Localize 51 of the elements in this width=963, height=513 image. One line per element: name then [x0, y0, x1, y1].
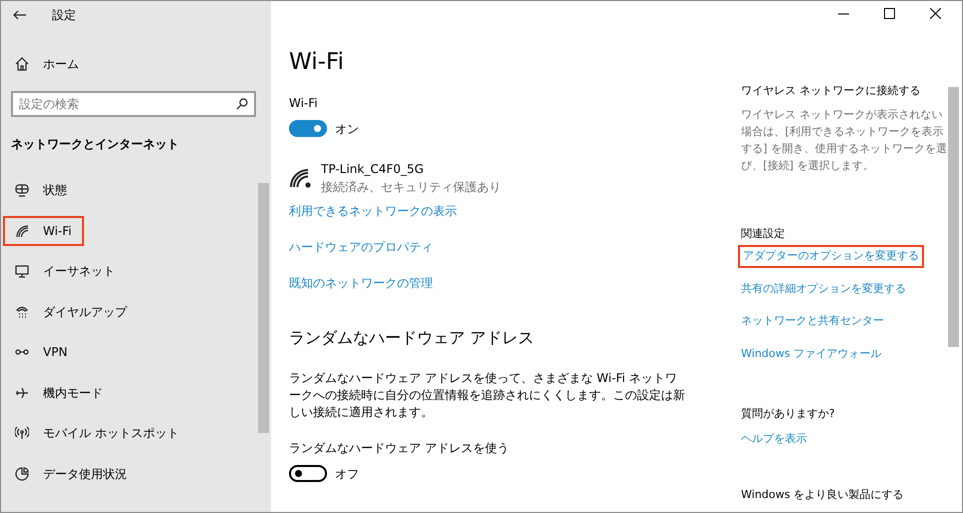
page-title: Wi-Fi: [289, 48, 345, 77]
sidebar-item[interactable]: Wi-Fi: [3, 216, 84, 246]
scrollbar-thumb[interactable]: [948, 87, 959, 347]
dialup-phone-icon: [15, 304, 29, 318]
toggle-switch[interactable]: [289, 465, 327, 482]
hotspot-icon: [15, 426, 29, 440]
search-field[interactable]: 設定の検索: [11, 91, 256, 117]
search-icon: [236, 98, 248, 110]
settings-link[interactable]: 既知のネットワークの管理: [289, 274, 433, 292]
sidebar-item[interactable]: ダイヤルアップ: [3, 296, 139, 326]
airplane-icon: [15, 386, 29, 400]
toggle-label: ランダムなハードウェア アドレスを使う: [289, 440, 510, 456]
section-description: ランダムなハードウェア アドレスを使って、さまざまな Wi-Fi ネットワークへの接続時に自分の位置情報を追跡されにくくします。この設定は新しい接続に適用されます。: [289, 370, 686, 420]
sidebar-item[interactable]: 機内モード: [3, 378, 115, 408]
settings-link[interactable]: ハードウェアのプロパティ: [289, 238, 433, 256]
wifi-icon: [15, 224, 29, 238]
home-link[interactable]: ホーム: [3, 49, 91, 79]
sidebar-heading: Windows をより良い製品にする: [741, 487, 905, 503]
wifi-signal-icon: [289, 168, 313, 188]
section-heading: ランダムなハードウェア アドレス: [289, 326, 536, 348]
pie-chart-icon: [15, 466, 29, 480]
related-link[interactable]: アダプターのオプションを変更する: [741, 248, 921, 264]
sidebar-heading: 関連設定: [741, 226, 786, 242]
home-icon: [15, 57, 29, 71]
toggle-label: Wi-Fi: [289, 94, 319, 112]
close-icon[interactable]: [930, 8, 940, 18]
sidebar-item[interactable]: モバイル ホットスポット: [3, 418, 191, 448]
sidebar-item[interactable]: データ使用状況: [3, 458, 139, 488]
sidebar-heading: 質問がありますか?: [741, 406, 836, 422]
window-title: 設定: [52, 7, 76, 24]
toggle-state: オン: [335, 120, 359, 138]
sidebar-item[interactable]: 状態: [3, 175, 79, 205]
related-link[interactable]: ネットワークと共有センター: [741, 313, 884, 330]
network-name: TP-Link_C4F0_5G: [321, 160, 425, 178]
settings-link[interactable]: 利用できるネットワークの表示: [289, 202, 457, 220]
sidebar-item[interactable]: イーサネット: [3, 256, 127, 286]
ethernet-icon: [15, 264, 29, 278]
globe-monitor-icon: [15, 183, 29, 197]
back-arrow-icon[interactable]: [13, 10, 26, 20]
scrollbar-thumb[interactable]: [258, 183, 269, 433]
section-title: ネットワークとインターネット: [11, 136, 180, 153]
sidebar-item[interactable]: VPN: [3, 337, 80, 367]
sidebar-heading: ワイヤレス ネットワークに接続する: [741, 83, 922, 99]
toggle-state: オフ: [335, 466, 359, 482]
related-link[interactable]: 共有の詳細オプションを変更する: [741, 280, 906, 297]
maximize-icon[interactable]: [884, 8, 894, 18]
help-link[interactable]: ヘルプを表示: [741, 430, 807, 447]
toggle-switch[interactable]: [289, 120, 327, 137]
related-link[interactable]: Windows ファイアウォール: [741, 346, 882, 362]
network-status: 接続済み、セキュリティ保護あり: [321, 178, 501, 196]
help-text: ワイヤレス ネットワークが表示されない場合は、[利用できるネットワークを表示する] を開き、使用するネットワークを選び、[接続] を選択します。: [741, 106, 948, 174]
